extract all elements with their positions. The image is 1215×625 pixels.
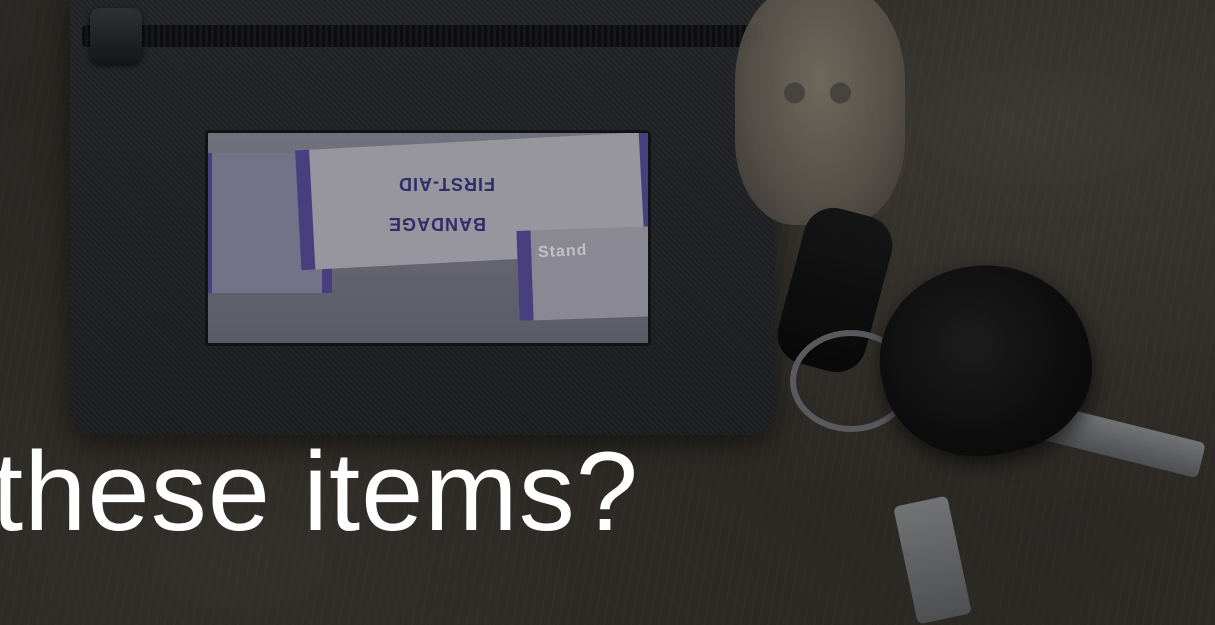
photo-scene: FIRST-AID BANDAGE Stand these items?	[0, 0, 1215, 625]
caption-text: these items?	[0, 429, 639, 554]
